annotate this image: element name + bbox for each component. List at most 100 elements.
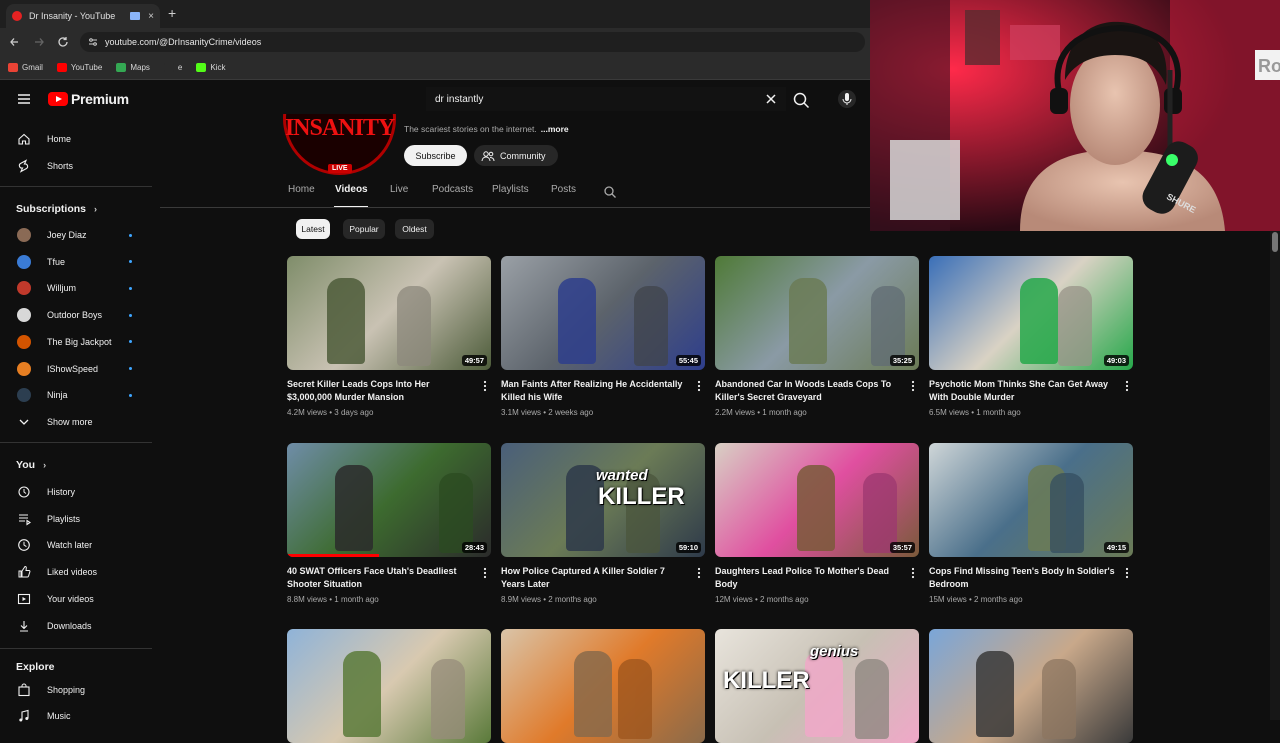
video-meta: 2.2M views • 1 month ago <box>715 408 807 417</box>
scrollbar-thumb[interactable] <box>1272 232 1278 252</box>
video-views: 4.2M views <box>287 408 328 417</box>
subscription-item[interactable]: IShowSpeed <box>0 356 154 382</box>
tab-home[interactable]: Home <box>288 184 315 195</box>
subscription-item[interactable]: The Big Jackpot <box>0 329 154 355</box>
liked-icon <box>18 566 31 578</box>
more-actions-icon[interactable] <box>1125 380 1129 392</box>
video-title[interactable]: Daughters Lead Police To Mother's Dead B… <box>715 565 903 591</box>
video-thumbnail[interactable]: 49:03 <box>929 256 1133 370</box>
sidebar-item-shopping[interactable]: Shopping <box>0 677 154 703</box>
explore-heading[interactable]: Explore <box>16 661 55 673</box>
search-input[interactable]: dr instantly <box>426 87 786 111</box>
video-thumbnail[interactable]: 35:25 <box>715 256 919 370</box>
tab-close-icon[interactable]: × <box>148 11 154 22</box>
sidebar-item-label: Your videos <box>47 593 94 604</box>
thumbnail-figure <box>871 286 905 366</box>
sidebar-item-your-videos[interactable]: Your videos <box>0 586 154 612</box>
tab-videos[interactable]: Videos <box>335 184 368 195</box>
video-thumbnail[interactable]: 35:57 <box>715 443 919 557</box>
chip-oldest[interactable]: Oldest <box>395 219 434 239</box>
sidebar-item-music[interactable]: Music <box>0 703 154 729</box>
video-thumbnail[interactable] <box>501 629 705 743</box>
hamburger-menu-icon[interactable] <box>16 91 32 107</box>
logo-text: Premium <box>71 91 129 107</box>
subscription-item[interactable]: Tfue <box>0 249 154 275</box>
forward-arrow-icon[interactable] <box>32 35 46 49</box>
search-icon[interactable] <box>790 89 812 111</box>
sidebar-item-home[interactable]: Home <box>0 126 154 152</box>
site-settings-icon[interactable] <box>88 37 98 47</box>
video-title[interactable]: 40 SWAT Officers Face Utah's Deadliest S… <box>287 565 475 591</box>
video-thumbnail[interactable]: 55:45 <box>501 256 705 370</box>
browser-tab[interactable]: Dr Insanity - YouTube × <box>6 4 160 28</box>
channel-description[interactable]: The scariest stories on the internet....… <box>404 124 569 134</box>
video-title[interactable]: Cops Find Missing Teen's Body In Soldier… <box>929 565 1117 591</box>
video-age: 2 months ago <box>760 595 809 604</box>
subscription-item[interactable]: Joey Diaz <box>0 222 154 248</box>
bookmark-item[interactable]: Maps <box>116 63 150 72</box>
video-thumbnail[interactable]: genius KILLER <box>715 629 919 743</box>
chip-latest[interactable]: Latest <box>296 219 330 239</box>
more-actions-icon[interactable] <box>697 567 701 579</box>
tab-playlists[interactable]: Playlists <box>492 184 529 195</box>
bookmark-item[interactable]: Gmail <box>8 63 43 72</box>
subscription-item[interactable]: Ninja <box>0 382 154 408</box>
tab-live[interactable]: Live <box>390 184 408 195</box>
more-actions-icon[interactable] <box>911 567 915 579</box>
back-arrow-icon[interactable] <box>8 35 22 49</box>
new-tab-button[interactable]: + <box>168 5 176 21</box>
youtube-premium-logo[interactable]: Premium <box>48 91 129 107</box>
video-thumbnail[interactable]: 49:57 <box>287 256 491 370</box>
video-title[interactable]: Secret Killer Leads Cops Into Her $3,000… <box>287 378 475 404</box>
video-title[interactable]: Abandoned Car In Woods Leads Cops To Kil… <box>715 378 903 404</box>
more-actions-icon[interactable] <box>697 380 701 392</box>
more-actions-icon[interactable] <box>483 567 487 579</box>
sidebar-item-downloads[interactable]: Downloads <box>0 613 154 639</box>
sidebar-divider <box>0 648 152 649</box>
sidebar-item-playlists[interactable]: Playlists <box>0 506 154 532</box>
video-views: 12M views <box>715 595 753 604</box>
video-title[interactable]: How Police Captured A Killer Soldier 7 Y… <box>501 565 689 591</box>
community-button[interactable]: Community <box>474 145 558 166</box>
sidebar-item-history[interactable]: History <box>0 479 154 505</box>
bookmark-item[interactable]: e <box>163 63 182 72</box>
sidebar-item-label: Ninja <box>47 390 68 401</box>
video-age: 2 weeks ago <box>548 408 594 417</box>
channel-search-icon[interactable] <box>603 185 617 199</box>
description-more-link[interactable]: ...more <box>541 124 569 134</box>
tab-podcasts[interactable]: Podcasts <box>432 184 473 195</box>
tab-posts[interactable]: Posts <box>551 184 576 195</box>
subscription-item[interactable]: Willjum <box>0 275 154 301</box>
bookmark-item[interactable]: YouTube <box>56 63 102 72</box>
more-actions-icon[interactable] <box>911 380 915 392</box>
show-more-button[interactable]: Show more <box>0 409 154 435</box>
clear-search-icon[interactable] <box>764 92 778 106</box>
more-actions-icon[interactable] <box>483 380 487 392</box>
chip-popular[interactable]: Popular <box>343 219 385 239</box>
reload-icon[interactable] <box>56 35 70 49</box>
voice-search-mic-icon[interactable] <box>838 89 856 109</box>
sidebar-item-shorts[interactable]: Shorts <box>0 153 154 179</box>
bookmark-label: Gmail <box>22 63 43 72</box>
you-heading[interactable]: You › <box>16 459 46 471</box>
sidebar-item-liked-videos[interactable]: Liked videos <box>0 559 154 585</box>
video-thumbnail[interactable]: 28:43 <box>287 443 491 557</box>
chevron-right-icon: › <box>43 460 47 470</box>
scrollbar-track[interactable] <box>1270 231 1280 720</box>
bookmark-item[interactable]: Kick <box>196 63 225 72</box>
more-actions-icon[interactable] <box>1125 567 1129 579</box>
video-thumbnail[interactable]: 49:15 <box>929 443 1133 557</box>
video-thumbnail[interactable] <box>929 629 1133 743</box>
bookmarks-bar: Gmail YouTube Maps e Kick <box>0 56 870 80</box>
tab-media-icon[interactable] <box>130 12 141 20</box>
video-title[interactable]: Man Faints After Realizing He Accidental… <box>501 378 689 404</box>
subscription-item[interactable]: Outdoor Boys <box>0 302 154 328</box>
sidebar-item-watch-later[interactable]: Watch later <box>0 532 154 558</box>
video-thumbnail[interactable] <box>287 629 491 743</box>
bookmark-favicon-icon <box>56 63 67 72</box>
subscribe-button[interactable]: Subscribe <box>404 145 467 166</box>
video-title[interactable]: Psychotic Mom Thinks She Can Get Away Wi… <box>929 378 1117 404</box>
video-thumbnail[interactable]: wanted KILLER 59:10 <box>501 443 705 557</box>
url-bar[interactable]: youtube.com/@DrInsanityCrime/videos <box>80 32 865 52</box>
subscriptions-heading[interactable]: Subscriptions › <box>16 203 97 215</box>
